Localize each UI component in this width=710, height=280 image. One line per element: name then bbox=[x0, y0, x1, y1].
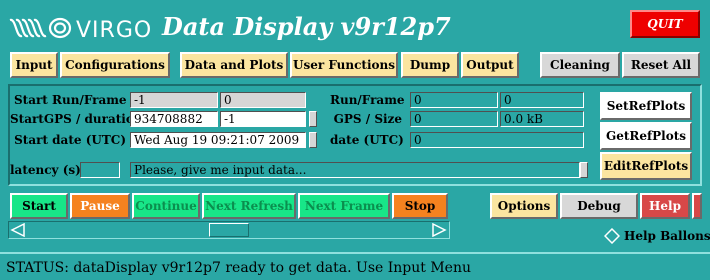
status-bar: STATUS: dataDisplay v9r12p7 ready to get… bbox=[0, 252, 710, 280]
run-frame-label: Run/Frame bbox=[330, 93, 405, 107]
help-button-edge[interactable] bbox=[692, 193, 702, 219]
frame-scrollbar[interactable] bbox=[8, 221, 450, 239]
continue-button[interactable]: Continue bbox=[132, 193, 200, 219]
menu-configurations-button[interactable]: Configurations bbox=[60, 52, 170, 78]
quit-button[interactable]: QUIT bbox=[630, 10, 700, 38]
menu-user-functions-button[interactable]: User Functions bbox=[290, 52, 398, 78]
gps-display-field: 0 bbox=[410, 111, 498, 127]
virgo-wave-icon: VIRGO bbox=[9, 17, 152, 43]
date-utc-label: date (UTC) bbox=[330, 133, 404, 147]
run-display-field: 0 bbox=[410, 92, 498, 108]
help-balloons-label: Help Ballons bbox=[624, 229, 710, 243]
latency-field bbox=[80, 162, 120, 178]
scroll-thumb[interactable] bbox=[209, 223, 249, 237]
help-button[interactable]: Help bbox=[640, 193, 690, 219]
next-frame-button[interactable]: Next Frame bbox=[298, 193, 390, 219]
app-title: Data Display v9r12p7 bbox=[162, 12, 451, 41]
start-run-frame-label: Start Run/Frame bbox=[14, 93, 127, 107]
start-run-field[interactable]: -1 bbox=[130, 92, 218, 108]
menu-data-and-plots-button[interactable]: Data and Plots bbox=[180, 52, 288, 78]
set-ref-plots-button[interactable]: SetRefPlots bbox=[600, 92, 692, 120]
start-button[interactable]: Start bbox=[10, 193, 68, 219]
menu-dump-button[interactable]: Dump bbox=[401, 52, 459, 78]
latency-label: latency (s) bbox=[10, 163, 81, 177]
virgo-logo: VIRGO bbox=[6, 8, 154, 48]
start-date-spinner[interactable] bbox=[309, 132, 317, 148]
start-gps-duration-label: StartGPS / duration bbox=[10, 112, 143, 126]
pause-button[interactable]: Pause bbox=[70, 193, 130, 219]
frame-display-field: 0 bbox=[500, 92, 584, 108]
edit-ref-plots-button[interactable]: EditRefPlots bbox=[600, 152, 692, 180]
cleaning-button[interactable]: Cleaning bbox=[540, 52, 620, 78]
menu-input-button[interactable]: Input bbox=[10, 52, 58, 78]
next-refresh-button[interactable]: Next Refresh bbox=[202, 193, 296, 219]
message-spinner[interactable] bbox=[580, 162, 588, 178]
start-date-field[interactable]: Wed Aug 19 09:21:07 2009 bbox=[130, 132, 306, 148]
menu-output-button[interactable]: Output bbox=[461, 52, 519, 78]
size-display-field: 0.0 kB bbox=[500, 111, 584, 127]
message-field: Please, give me input data... bbox=[130, 162, 580, 178]
date-display-field: 0 bbox=[410, 132, 584, 148]
scroll-right-arrow-icon[interactable] bbox=[431, 223, 447, 237]
scroll-left-arrow-icon[interactable] bbox=[10, 223, 26, 237]
start-date-label: Start date (UTC) bbox=[14, 133, 126, 147]
duration-spinner[interactable] bbox=[309, 111, 317, 127]
help-balloons-checkbox-icon[interactable] bbox=[604, 228, 620, 244]
start-gps-field[interactable]: 934708882 bbox=[130, 111, 218, 127]
stop-button[interactable]: Stop bbox=[392, 193, 448, 219]
logo-text: VIRGO bbox=[76, 18, 152, 43]
reset-all-button[interactable]: Reset All bbox=[622, 52, 700, 78]
options-button[interactable]: Options bbox=[490, 193, 558, 219]
duration-field[interactable]: -1 bbox=[220, 111, 306, 127]
start-frame-field[interactable]: 0 bbox=[220, 92, 306, 108]
gps-size-label: GPS / Size bbox=[333, 112, 402, 126]
debug-button[interactable]: Debug bbox=[560, 193, 638, 219]
get-ref-plots-button[interactable]: GetRefPlots bbox=[600, 122, 692, 150]
